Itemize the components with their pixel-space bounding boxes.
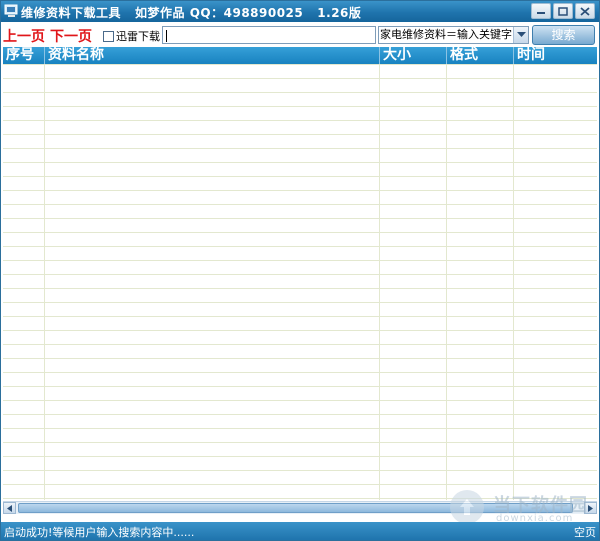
thunder-download-label: 迅雷下载	[116, 30, 160, 43]
category-select[interactable]: 家电维修资料＝输入关键字	[378, 26, 529, 44]
dropdown-arrow-button[interactable]	[513, 27, 528, 43]
keyword-input[interactable]	[162, 26, 376, 44]
column-header-format[interactable]: 格式	[447, 47, 514, 64]
column-header-size[interactable]: 大小	[380, 47, 447, 64]
window-title: 维修资料下载工具 如梦作品 QQ：498890025 1.26版	[21, 6, 362, 20]
status-message: 启动成功!等候用户输入搜索内容中......	[4, 526, 195, 539]
thunder-download-checkbox[interactable]	[103, 30, 114, 42]
table-body[interactable]	[3, 64, 597, 500]
status-page-indicator: 空页	[574, 526, 596, 539]
prev-page-link[interactable]: 上一页	[3, 26, 45, 46]
scroll-right-button[interactable]	[584, 502, 597, 514]
column-divider	[379, 64, 380, 500]
main-window: 维修资料下载工具 如梦作品 QQ：498890025 1.26版 上一页 下一页…	[0, 0, 600, 541]
column-header-name[interactable]: 资料名称	[45, 47, 380, 64]
app-icon	[4, 4, 19, 18]
toolbar: 上一页 下一页 迅雷下载 家电维修资料＝输入关键字 搜索	[1, 22, 599, 47]
table-header: 序号 资料名称 大小 格式 时间	[3, 47, 597, 64]
minimize-button[interactable]	[531, 3, 551, 19]
horizontal-scrollbar[interactable]	[3, 501, 597, 514]
text-caret	[166, 29, 167, 42]
chevron-down-icon	[516, 32, 526, 37]
results-table[interactable]: 序号 资料名称 大小 格式 时间	[3, 47, 597, 500]
arrow-right-icon	[588, 504, 593, 512]
close-icon	[580, 6, 590, 16]
minimize-icon	[537, 12, 545, 14]
column-divider	[513, 64, 514, 500]
category-select-value: 家电维修资料＝输入关键字	[380, 28, 512, 41]
column-header-index[interactable]: 序号	[3, 47, 45, 64]
next-page-link[interactable]: 下一页	[50, 26, 92, 46]
close-button[interactable]	[575, 3, 595, 19]
column-header-time[interactable]: 时间	[514, 47, 597, 64]
column-divider	[44, 64, 45, 500]
search-button[interactable]: 搜索	[532, 25, 595, 45]
title-bar[interactable]: 维修资料下载工具 如梦作品 QQ：498890025 1.26版	[1, 1, 599, 22]
maximize-button[interactable]	[553, 3, 573, 19]
arrow-left-icon	[7, 504, 12, 512]
scrollbar-thumb[interactable]	[18, 503, 573, 513]
maximize-icon	[558, 6, 568, 16]
thunder-download-toggle[interactable]: 迅雷下载	[103, 28, 160, 44]
status-bar: 启动成功!等候用户输入搜索内容中...... 空页	[1, 522, 599, 540]
column-divider	[446, 64, 447, 500]
window-controls	[531, 3, 595, 19]
scroll-left-button[interactable]	[3, 502, 16, 514]
